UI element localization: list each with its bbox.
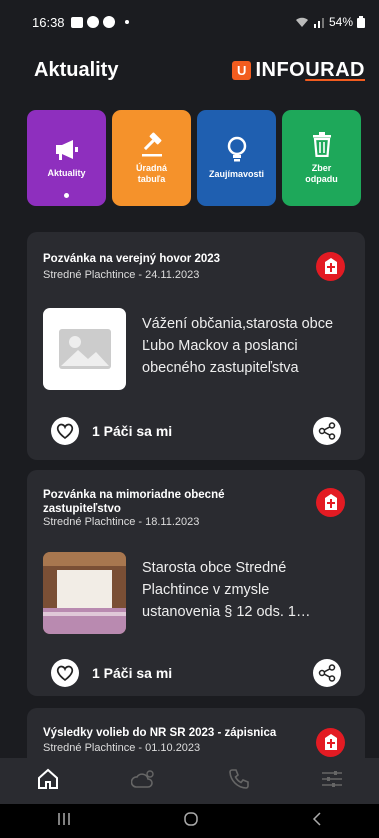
placeholder-image-icon — [43, 308, 126, 390]
recents-button[interactable] — [56, 812, 72, 831]
logo-info-text: INFO — [255, 58, 306, 81]
tab-contacts[interactable] — [228, 768, 250, 795]
share-button[interactable] — [313, 659, 341, 687]
heart-icon — [51, 417, 79, 445]
tile-aktuality[interactable]: Aktuality — [27, 110, 106, 206]
sliders-icon — [322, 770, 343, 787]
post-meta: Stredné Plachtince - 01.10.2023 — [43, 742, 201, 754]
municipality-crest-icon — [316, 488, 345, 517]
tab-home[interactable] — [36, 767, 60, 796]
page-title: Aktuality — [34, 58, 119, 81]
gallery-notification-icon — [70, 16, 83, 28]
trash-icon — [312, 131, 331, 157]
post-thumbnail — [43, 552, 126, 634]
phone-icon — [229, 768, 249, 789]
megaphone-icon — [55, 139, 78, 160]
tile-uradna-tabula[interactable]: Úradná tabuľa — [112, 110, 191, 206]
status-bar: 16:38 54% — [0, 0, 379, 44]
messenger-notification-icon — [102, 16, 115, 28]
wifi-icon — [295, 17, 308, 27]
battery-percent: 54% — [328, 15, 353, 29]
system-nav-bar — [0, 804, 379, 838]
post-title: Výsledky volieb do NR SR 2023 - zápisnic… — [43, 727, 277, 739]
app-notification-icon — [86, 16, 99, 28]
home-circle-icon — [184, 811, 199, 826]
post-meta: Stredné Plachtince - 18.11.2023 — [43, 516, 200, 528]
like-button[interactable]: 1 Páči sa mi — [51, 659, 172, 687]
tile-label: Zber odpadu — [305, 162, 338, 184]
back-icon — [313, 811, 321, 826]
post-card[interactable]: Pozvánka na verejný hovor 2023 Stredné P… — [27, 232, 365, 460]
like-button[interactable]: 1 Páči sa mi — [51, 417, 172, 445]
post-excerpt: Starosta obce Stredné Plachtince v zmysl… — [142, 560, 296, 620]
category-tiles: Aktuality Úradná tabuľa Zaujímavosti Zbe… — [27, 110, 361, 206]
notification-icons — [70, 16, 129, 28]
lightbulb-icon — [227, 136, 246, 162]
tile-zaujimavosti[interactable]: Zaujímavosti — [197, 110, 276, 206]
logo-mark: U — [232, 60, 252, 80]
bottom-tab-bar — [0, 758, 379, 804]
share-icon — [318, 422, 336, 440]
share-icon — [318, 664, 336, 682]
tile-label: Úradná tabuľa — [135, 163, 167, 184]
back-button[interactable] — [311, 811, 323, 832]
like-count: 1 Páči sa mi — [92, 423, 173, 439]
home-icon — [37, 768, 58, 789]
tile-zber-odpadu[interactable]: Zber odpadu — [282, 110, 361, 206]
infourad-logo: U INFO URAD — [232, 59, 365, 82]
more-notifications-icon — [124, 20, 129, 24]
tab-weather[interactable] — [130, 767, 157, 796]
heart-icon — [51, 659, 79, 687]
status-time: 16:38 — [32, 14, 65, 30]
like-count: 1 Páči sa mi — [92, 665, 173, 681]
post-card[interactable]: Pozvánka na mimoriadne obecné zastupiteľ… — [27, 470, 365, 696]
post-excerpt: Vážení občania,starosta obce Ľubo Mackov… — [142, 316, 334, 376]
signal-icon — [313, 17, 324, 28]
share-button[interactable] — [313, 417, 341, 445]
post-title: Pozvánka na verejný hovor 2023 — [43, 253, 221, 265]
battery-icon — [357, 16, 365, 28]
municipality-crest-icon — [316, 252, 345, 281]
tile-label: Aktuality — [47, 167, 86, 178]
recents-icon — [58, 812, 70, 825]
gavel-icon — [141, 132, 162, 157]
active-indicator — [64, 193, 69, 198]
post-title: Pozvánka na mimoriadne obecné zastupiteľ… — [43, 489, 225, 516]
tile-label: Zaujímavosti — [208, 169, 264, 180]
municipality-crest-icon — [316, 728, 345, 757]
post-meta: Stredné Plachtince - 24.11.2023 — [43, 269, 200, 281]
app-header: Aktuality U INFO URAD — [34, 52, 365, 88]
home-button[interactable] — [183, 811, 199, 832]
logo-urad-text: URAD — [305, 58, 365, 81]
tab-settings[interactable] — [321, 769, 343, 794]
weather-icon — [130, 769, 154, 788]
status-right: 54% — [295, 15, 365, 29]
